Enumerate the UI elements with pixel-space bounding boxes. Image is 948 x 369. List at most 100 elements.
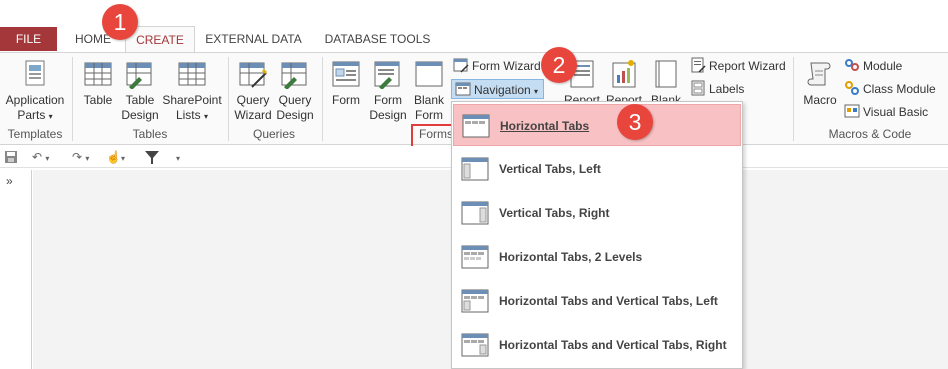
menu-item-vertical-tabs-left[interactable]: Vertical Tabs, Left bbox=[453, 148, 741, 190]
query-wizard-label-2: Wizard bbox=[234, 108, 272, 122]
tab-file[interactable]: FILE bbox=[0, 27, 57, 51]
visual-basic-icon bbox=[844, 104, 860, 118]
tab-database-tools[interactable]: DATABASE TOOLS bbox=[320, 27, 435, 51]
group-label-templates: Templates bbox=[7, 127, 63, 141]
form-design-label-2: Design bbox=[369, 108, 407, 122]
module-button[interactable]: Module bbox=[844, 56, 902, 76]
customize-qat-icon[interactable]: ▾ bbox=[176, 148, 180, 166]
visual-basic-button[interactable]: Visual Basic bbox=[844, 102, 928, 122]
sharepoint-lists-label-2: Lists bbox=[175, 108, 201, 122]
module-label: Module bbox=[863, 59, 903, 73]
undo-icon[interactable]: ↶ ▾ bbox=[32, 148, 49, 166]
form-design-icon bbox=[374, 61, 400, 89]
menu-item-label: Vertical Tabs, Right bbox=[499, 206, 610, 220]
form-label: Form bbox=[332, 93, 360, 107]
labels-icon bbox=[691, 80, 705, 96]
menu-item-label: Horizontal Tabs bbox=[500, 119, 590, 133]
table-design-icon bbox=[126, 62, 152, 89]
class-module-button[interactable]: Class Module bbox=[844, 79, 936, 99]
blank-form-label-1: Blank bbox=[413, 93, 445, 107]
blank-form-button[interactable]: Blank Form bbox=[410, 57, 448, 123]
menu-item-label: Horizontal Tabs and Vertical Tabs, Left bbox=[499, 294, 718, 308]
navigation-button[interactable]: Navigation ▾ bbox=[451, 79, 545, 99]
report-wizard-label: Report Wizard bbox=[709, 59, 786, 73]
form-icon bbox=[332, 61, 360, 87]
navigation-dropdown-menu: Horizontal Tabs Vertical Tabs, Left Vert… bbox=[451, 101, 743, 369]
query-design-button[interactable]: Query Design bbox=[275, 57, 315, 123]
form-wizard-label: Form Wizard bbox=[472, 59, 541, 73]
form-wizard-button[interactable]: Form Wizard bbox=[453, 56, 541, 76]
menu-item-horizontal-tabs[interactable]: Horizontal Tabs bbox=[453, 104, 741, 146]
table-design-button[interactable]: Table Design bbox=[119, 57, 161, 123]
labels-label: Labels bbox=[709, 82, 745, 96]
blank-form-icon bbox=[415, 61, 443, 87]
sharepoint-lists-label-1: SharePoint bbox=[162, 93, 222, 107]
application-parts-label-1: Application bbox=[5, 93, 65, 107]
query-design-label-1: Query bbox=[278, 93, 312, 107]
callout-step-1: 1 bbox=[102, 4, 138, 40]
group-separator bbox=[72, 57, 73, 141]
blank-form-label-2: Form bbox=[415, 108, 443, 122]
table-design-label-2: Design bbox=[121, 108, 159, 122]
ribbon-tab-bar: FILE HOME CREATE EXTERNAL DATA DATABASE … bbox=[0, 0, 948, 54]
save-icon[interactable] bbox=[4, 148, 18, 166]
table-label: Table bbox=[83, 93, 113, 107]
navigation-pane: » bbox=[0, 170, 32, 369]
menu-item-label: Horizontal Tabs and Vertical Tabs, Right bbox=[499, 338, 727, 352]
application-parts-label-2: Parts bbox=[17, 108, 46, 122]
horizontal-tabs-icon bbox=[462, 114, 490, 138]
tab-external-data[interactable]: EXTERNAL DATA bbox=[200, 27, 307, 51]
report-wizard-button[interactable]: Report Wizard bbox=[690, 56, 786, 76]
redo-icon[interactable]: ↷ ▾ bbox=[72, 148, 89, 166]
query-wizard-button[interactable]: Query Wizard bbox=[234, 57, 272, 123]
application-parts-button[interactable]: Application Parts ▾ bbox=[4, 57, 66, 124]
report-design-icon bbox=[612, 60, 636, 88]
table-icon bbox=[84, 62, 112, 86]
callout-step-2: 2 bbox=[541, 47, 577, 83]
menu-item-vertical-tabs-right[interactable]: Vertical Tabs, Right bbox=[453, 192, 741, 234]
menu-item-horizontal-vertical-tabs-left[interactable]: Horizontal Tabs and Vertical Tabs, Left bbox=[453, 280, 741, 322]
query-design-icon bbox=[281, 62, 307, 89]
group-separator bbox=[793, 57, 794, 141]
sharepoint-lists-button[interactable]: SharePoint Lists ▾ bbox=[162, 57, 222, 124]
chevron-down-icon: ▾ bbox=[48, 112, 53, 121]
menu-item-label: Vertical Tabs, Left bbox=[499, 162, 601, 176]
group-label-tables: Tables bbox=[132, 127, 168, 141]
menu-item-horizontal-tabs-2-levels[interactable]: Horizontal Tabs, 2 Levels bbox=[453, 236, 741, 278]
group-separator bbox=[228, 57, 229, 141]
chevron-down-icon: ▾ bbox=[534, 87, 539, 96]
menu-item-horizontal-vertical-tabs-right[interactable]: Horizontal Tabs and Vertical Tabs, Right bbox=[453, 324, 741, 366]
menu-item-label: Horizontal Tabs, 2 Levels bbox=[499, 250, 643, 264]
vertical-tabs-left-icon bbox=[461, 157, 489, 181]
form-design-button[interactable]: Form Design bbox=[367, 57, 409, 123]
blank-report-icon bbox=[655, 60, 677, 88]
macro-button[interactable]: Macro bbox=[800, 57, 840, 108]
class-module-label: Class Module bbox=[863, 82, 936, 96]
query-wizard-icon bbox=[239, 62, 267, 88]
group-label-macros: Macros & Code bbox=[828, 127, 912, 141]
horizontal-vertical-right-icon bbox=[461, 333, 489, 357]
navigation-label: Navigation bbox=[474, 83, 531, 97]
report-wizard-icon bbox=[691, 57, 706, 73]
touch-mode-icon[interactable]: ☝▾ bbox=[106, 148, 125, 166]
visual-basic-label: Visual Basic bbox=[863, 105, 929, 119]
query-design-label-2: Design bbox=[276, 108, 314, 122]
expand-pane-icon[interactable]: » bbox=[6, 174, 13, 188]
chevron-down-icon: ▾ bbox=[204, 112, 209, 121]
form-design-label-1: Form bbox=[374, 93, 402, 107]
class-module-icon bbox=[845, 81, 859, 95]
module-icon bbox=[845, 59, 859, 71]
macro-scroll-icon bbox=[807, 62, 831, 86]
table-button[interactable]: Table bbox=[80, 57, 116, 108]
group-label-queries: Queries bbox=[252, 127, 296, 141]
macro-label: Macro bbox=[803, 93, 837, 107]
table-design-label-1: Table bbox=[125, 93, 155, 107]
group-separator bbox=[322, 57, 323, 141]
application-parts-icon bbox=[25, 60, 45, 86]
callout-step-3: 3 bbox=[617, 104, 653, 140]
query-wizard-label-1: Query bbox=[236, 93, 270, 107]
labels-button[interactable]: Labels bbox=[690, 79, 744, 99]
horizontal-tabs-2-levels-icon bbox=[461, 245, 489, 269]
filter-icon[interactable] bbox=[144, 148, 160, 166]
form-button[interactable]: Form bbox=[327, 57, 365, 108]
